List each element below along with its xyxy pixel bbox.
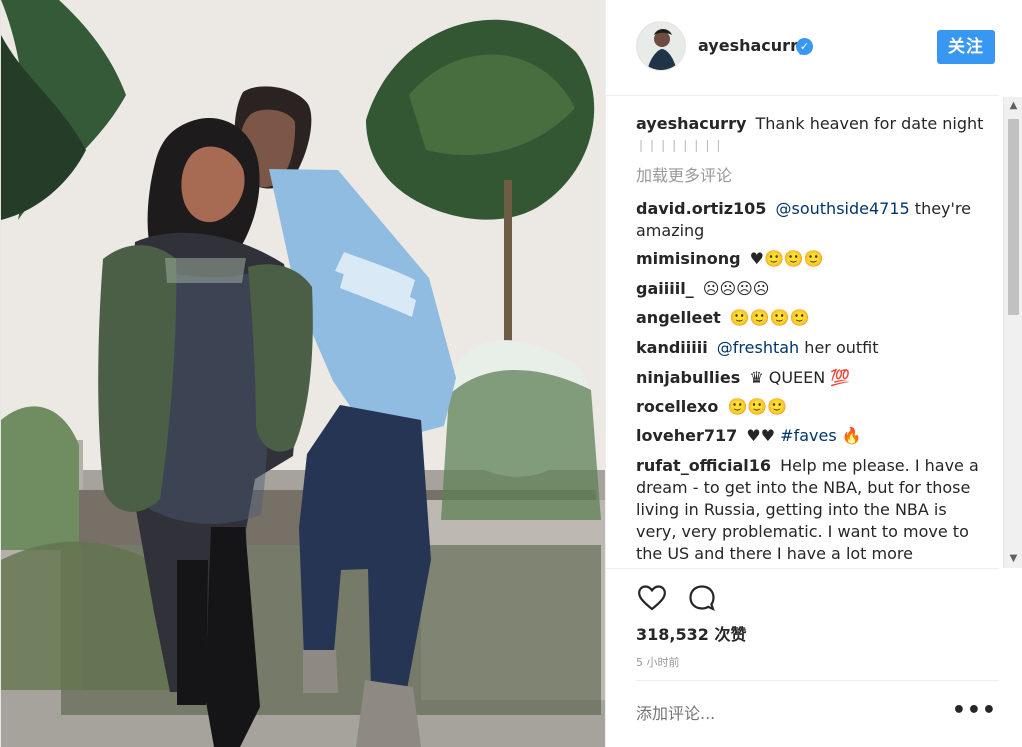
comment-item: kandiiiii @freshtah her outfit — [636, 337, 986, 359]
instagram-post-view: ayeshacurry ✓ 关注 ayeshacurry Thank heave… — [0, 0, 1022, 747]
comment-icon[interactable] — [686, 582, 718, 614]
post-sidebar: ayeshacurry ✓ 关注 ayeshacurry Thank heave… — [605, 0, 1022, 747]
comment-text: ♥♥ — [746, 426, 776, 445]
follow-button[interactable]: 关注 — [937, 30, 995, 64]
comment-item: gaiiiil_ ☹☹☹☹ — [636, 278, 986, 300]
avatar-image — [637, 22, 685, 70]
comment-item: mimisinong ♥🙂🙂🙂 — [636, 248, 986, 270]
comment-username[interactable]: angelleet — [636, 308, 721, 327]
add-comment-area: ••• — [636, 680, 999, 747]
post-header: ayeshacurry ✓ 关注 — [606, 0, 999, 96]
fire-icon: 🔥 — [841, 426, 862, 445]
header-username[interactable]: ayeshacurry — [698, 36, 808, 56]
caption-decorative-marks: ❘❘❘❘❘❘❘❘ — [636, 138, 725, 152]
add-comment-input[interactable] — [636, 703, 956, 725]
post-image — [1, 0, 605, 747]
likes-count[interactable]: 318,532 次赞 — [636, 625, 746, 645]
heart-icon[interactable] — [636, 582, 668, 614]
comment-username[interactable]: rufat_official16 — [636, 456, 771, 475]
comment-text: 🙂🙂🙂🙂 — [729, 308, 810, 327]
post-time: 5 小时前 — [636, 656, 680, 669]
comment-item: david.ortiz105 @southside4715 they're am… — [636, 198, 986, 242]
comment-item: angelleet 🙂🙂🙂🙂 — [636, 307, 986, 329]
comments-scrollbar[interactable]: ▲ ▼ — [1003, 97, 1022, 568]
post-photo — [1, 0, 605, 747]
comment-mention[interactable]: @southside4715 — [776, 199, 910, 218]
caption-text: Thank heaven for date night — [755, 114, 984, 133]
caption: ayeshacurry Thank heaven for date night — [636, 113, 996, 135]
comments-panel[interactable]: ayeshacurry Thank heaven for date night … — [606, 97, 999, 569]
load-more-comments-button[interactable]: 加载更多评论 — [636, 165, 732, 187]
comment-item: ninjabullies ♛ QUEEN 💯 — [636, 367, 986, 389]
comment-item: rocellexo 🙂🙂🙂 — [636, 396, 986, 418]
scroll-up-icon[interactable]: ▲ — [1004, 97, 1022, 115]
avatar[interactable] — [636, 21, 686, 71]
comment-username[interactable]: david.ortiz105 — [636, 199, 766, 218]
comment-username[interactable]: loveher717 — [636, 426, 737, 445]
caption-username[interactable]: ayeshacurry — [636, 114, 746, 133]
comment-text: her outfit — [804, 338, 879, 357]
comment-item: rufat_official16 Help me please. I have … — [636, 455, 982, 568]
comment-mention[interactable]: @freshtah — [717, 338, 799, 357]
comment-username[interactable]: rocellexo — [636, 397, 718, 416]
comment-text: ♥🙂🙂🙂 — [749, 249, 824, 268]
comment-username[interactable]: ninjabullies — [636, 368, 740, 387]
comment-username[interactable]: kandiiiii — [636, 338, 708, 357]
verified-icon: ✓ — [796, 38, 813, 55]
comment-username[interactable]: gaiiiil_ — [636, 279, 694, 298]
scroll-down-icon[interactable]: ▼ — [1004, 550, 1022, 568]
comment-item: loveher717 ♥♥ #faves 🔥 — [636, 425, 986, 447]
more-options-icon[interactable]: ••• — [952, 700, 997, 722]
scrollbar-thumb[interactable] — [1008, 119, 1019, 315]
hashtag-link[interactable]: #faves — [780, 426, 837, 445]
comment-username[interactable]: mimisinong — [636, 249, 741, 268]
comment-text: ☹☹☹☹ — [702, 279, 770, 298]
comment-text: ♛ QUEEN 💯 — [749, 368, 851, 387]
comment-text: 🙂🙂🙂 — [727, 397, 788, 416]
